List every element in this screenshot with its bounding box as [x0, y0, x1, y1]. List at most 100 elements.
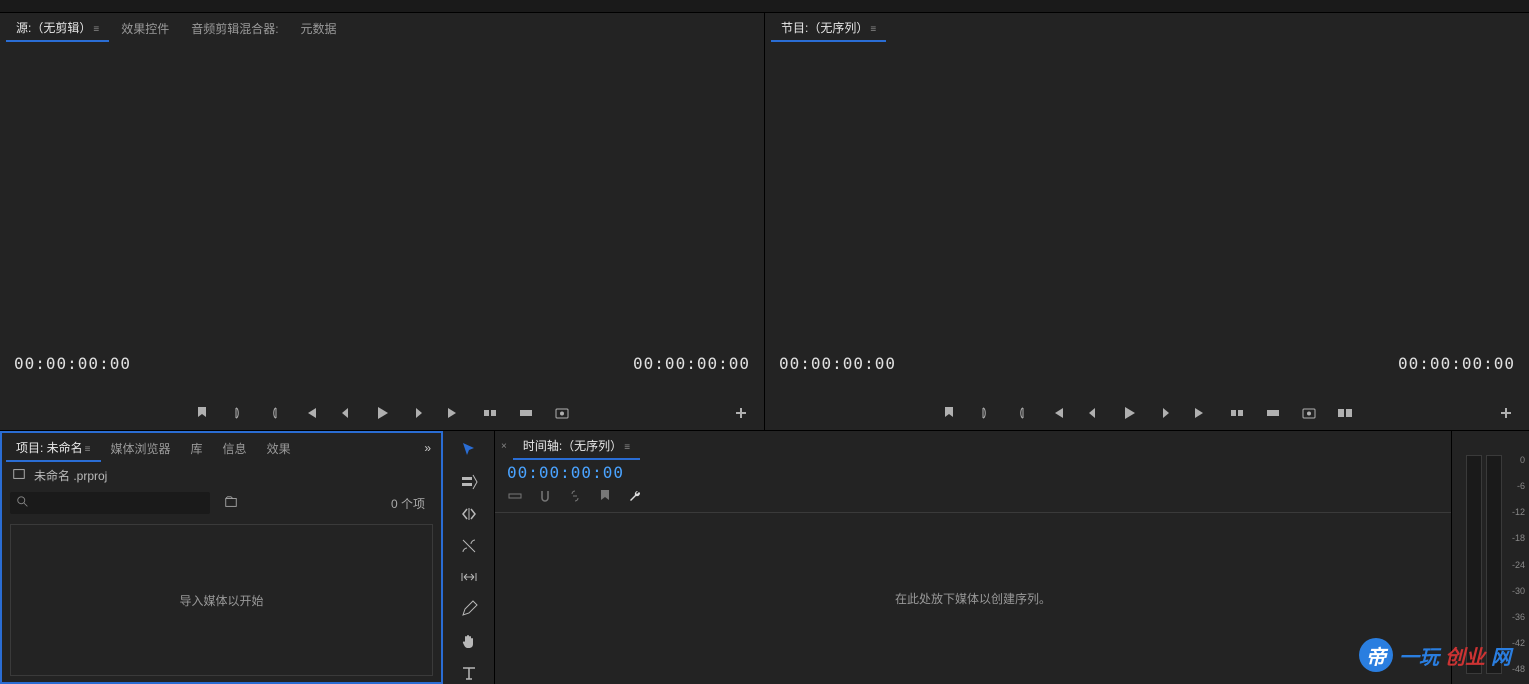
tab-menu-icon[interactable]: ≡: [93, 24, 99, 35]
monitor-row: 源:（无剪辑）≡ 效果控件 音频剪辑混合器: 元数据 00:00:00:00 0…: [0, 13, 1529, 431]
tab-menu-icon[interactable]: ≡: [85, 444, 91, 455]
tab-info[interactable]: 信息: [213, 436, 257, 461]
go-to-out-icon[interactable]: [445, 404, 463, 422]
meter-label: -24: [1505, 560, 1525, 570]
step-back-icon[interactable]: [337, 404, 355, 422]
close-icon[interactable]: ×: [501, 441, 507, 452]
tab-media-browser[interactable]: 媒体浏览器: [101, 436, 181, 461]
timeline-header: 00:00:00:00: [495, 461, 1451, 484]
program-ruler[interactable]: [765, 378, 1529, 396]
insert-icon[interactable]: [481, 404, 499, 422]
project-file-name: 未命名 .prproj: [34, 467, 107, 484]
tab-source-label: 源:（无剪辑）: [16, 21, 91, 35]
marker-icon[interactable]: [193, 404, 211, 422]
marker-icon[interactable]: [940, 404, 958, 422]
program-tabs: 节目:（无序列）≡: [765, 13, 1529, 43]
timeline-body[interactable]: 在此处放下媒体以创建序列。: [495, 512, 1451, 684]
marker-icon[interactable]: [597, 488, 613, 504]
out-point-icon[interactable]: [265, 404, 283, 422]
overwrite-icon[interactable]: [517, 404, 535, 422]
source-time-right[interactable]: 00:00:00:00: [633, 354, 750, 373]
meter-track: [1466, 455, 1502, 674]
play-icon[interactable]: [1120, 404, 1138, 422]
go-to-in-icon[interactable]: [1048, 404, 1066, 422]
razor-tool[interactable]: [455, 535, 483, 557]
sequence-settings-icon[interactable]: [507, 488, 523, 504]
hand-tool[interactable]: [455, 630, 483, 652]
in-point-icon[interactable]: [976, 404, 994, 422]
search-input-box[interactable]: [10, 492, 210, 514]
tab-metadata[interactable]: 元数据: [291, 16, 347, 41]
go-to-in-icon[interactable]: [301, 404, 319, 422]
tab-audio-clip-mixer[interactable]: 音频剪辑混合器:: [181, 16, 288, 41]
top-bar: [0, 0, 1529, 13]
wrench-icon[interactable]: [627, 488, 643, 504]
timeline-empty-hint: 在此处放下媒体以创建序列。: [895, 590, 1051, 607]
meter-label: -30: [1505, 586, 1525, 596]
export-frame-icon[interactable]: [1300, 404, 1318, 422]
step-forward-icon[interactable]: [409, 404, 427, 422]
source-monitor-panel: 源:（无剪辑）≡ 效果控件 音频剪辑混合器: 元数据 00:00:00:00 0…: [0, 13, 765, 430]
comparison-view-icon[interactable]: [1336, 404, 1354, 422]
project-panel: 项目: 未命名≡ 媒体浏览器 库 信息 效果 » 未命名 .prproj 0 个…: [0, 431, 443, 684]
timeline-panel: × 时间轴:（无序列）≡ 00:00:00:00 在此处放下媒体以创建序列。: [495, 431, 1451, 684]
track-select-tool[interactable]: [455, 471, 483, 493]
slip-tool[interactable]: [455, 567, 483, 589]
tab-effects[interactable]: 效果: [257, 436, 301, 461]
overflow-icon[interactable]: »: [424, 441, 431, 455]
selection-tool[interactable]: [455, 439, 483, 461]
search-input[interactable]: [34, 497, 204, 509]
ripple-edit-tool[interactable]: [455, 503, 483, 525]
tab-project[interactable]: 项目: 未命名≡: [6, 435, 101, 462]
media-bin[interactable]: 导入媒体以开始: [10, 524, 433, 676]
add-button-icon[interactable]: [1497, 404, 1515, 422]
go-to-out-icon[interactable]: [1192, 404, 1210, 422]
play-icon[interactable]: [373, 404, 391, 422]
program-transport: [765, 396, 1529, 430]
pen-tool[interactable]: [455, 598, 483, 620]
export-frame-icon[interactable]: [553, 404, 571, 422]
program-time-right[interactable]: 00:00:00:00: [1398, 354, 1515, 373]
timeline-options: [495, 484, 1451, 508]
step-forward-icon[interactable]: [1156, 404, 1174, 422]
program-viewer: [765, 43, 1529, 348]
tab-menu-icon[interactable]: ≡: [870, 24, 876, 35]
bottom-row: 项目: 未命名≡ 媒体浏览器 库 信息 效果 » 未命名 .prproj 0 个…: [0, 431, 1529, 684]
tab-libraries[interactable]: 库: [181, 436, 213, 461]
source-time-left[interactable]: 00:00:00:00: [14, 354, 131, 373]
lift-icon[interactable]: [1228, 404, 1246, 422]
meter-label: -36: [1505, 612, 1525, 622]
program-time-row: 00:00:00:00 00:00:00:00: [765, 348, 1529, 378]
meter-label: -18: [1505, 533, 1525, 543]
meter-label: 0: [1505, 455, 1525, 465]
audio-meter-panel: 0 -6 -12 -18 -24 -30 -36 -42 -48: [1451, 431, 1529, 684]
type-tool[interactable]: [455, 662, 483, 684]
meter-label: -42: [1505, 638, 1525, 648]
meter-label: -12: [1505, 507, 1525, 517]
source-time-row: 00:00:00:00 00:00:00:00: [0, 348, 764, 378]
add-button-icon[interactable]: [732, 404, 750, 422]
snap-icon[interactable]: [537, 488, 553, 504]
program-monitor-panel: 节目:（无序列）≡ 00:00:00:00 00:00:00:00: [765, 13, 1529, 430]
tab-program[interactable]: 节目:（无序列）≡: [771, 15, 886, 42]
tab-timeline[interactable]: 时间轴:（无序列）≡: [513, 433, 640, 460]
in-point-icon[interactable]: [229, 404, 247, 422]
tab-effect-controls[interactable]: 效果控件: [111, 16, 179, 41]
meter-bar-left: [1466, 455, 1482, 674]
tab-source[interactable]: 源:（无剪辑）≡: [6, 15, 109, 42]
source-ruler[interactable]: [0, 378, 764, 396]
program-time-left[interactable]: 00:00:00:00: [779, 354, 896, 373]
timeline-timecode[interactable]: 00:00:00:00: [507, 463, 624, 482]
media-bin-empty-hint: 导入媒体以开始: [179, 592, 263, 609]
timeline-tabs: × 时间轴:（无序列）≡: [495, 431, 1451, 461]
source-viewer: [0, 43, 764, 348]
step-back-icon[interactable]: [1084, 404, 1102, 422]
meter-labels: 0 -6 -12 -18 -24 -30 -36 -42 -48: [1505, 455, 1525, 674]
new-bin-icon[interactable]: [224, 495, 238, 512]
out-point-icon[interactable]: [1012, 404, 1030, 422]
linked-selection-icon[interactable]: [567, 488, 583, 504]
tool-palette: [443, 431, 495, 684]
tab-menu-icon[interactable]: ≡: [624, 442, 630, 453]
extract-icon[interactable]: [1264, 404, 1282, 422]
project-search-row: 0 个项: [2, 488, 441, 518]
